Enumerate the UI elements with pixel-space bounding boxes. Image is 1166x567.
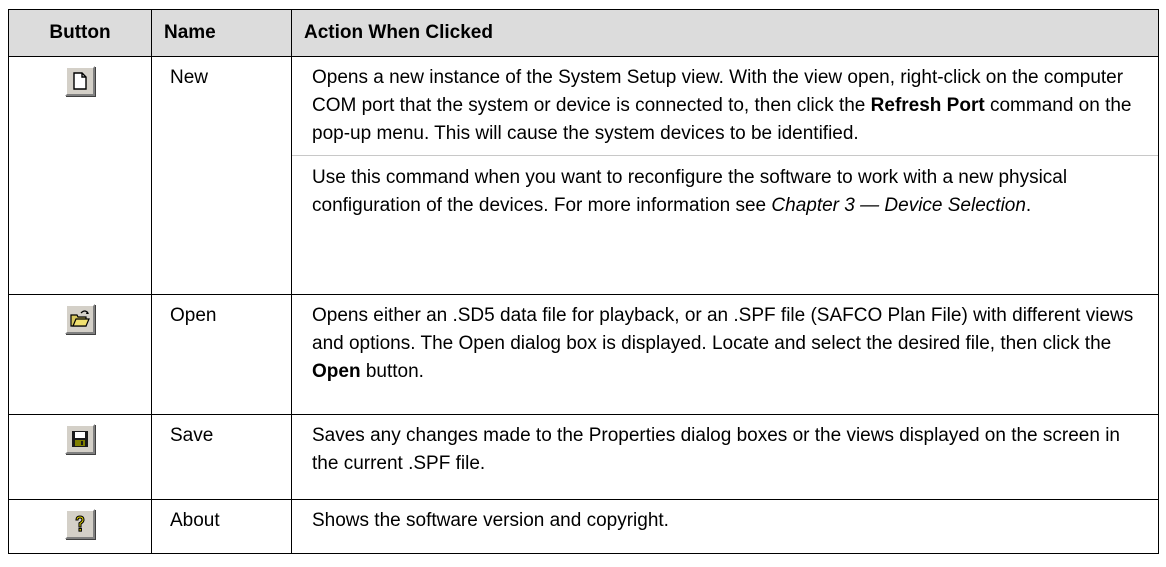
toolbar-buttons-table: Button Name Action When Clicked New Open… (8, 9, 1159, 554)
action-text: Refresh Port (870, 95, 985, 116)
new-document-icon (65, 66, 95, 96)
about-question-icon (65, 509, 95, 539)
row-name: About (151, 499, 292, 554)
row-name: Open (151, 294, 292, 415)
action-paragraph: Shows the software version and copyright… (312, 507, 1146, 535)
row-action: Opens a new instance of the System Setup… (291, 56, 1159, 295)
row-action: Opens either an .SD5 data file for playb… (291, 294, 1159, 415)
header-row: Button Name Action When Clicked (8, 9, 1159, 57)
action-paragraph: Opens either an .SD5 data file for playb… (312, 302, 1146, 386)
table-row: Open Opens either an .SD5 data file for … (8, 294, 1159, 415)
action-text: Open (312, 361, 361, 382)
header-name: Name (151, 9, 292, 57)
row-action: Saves any changes made to the Properties… (291, 414, 1159, 500)
header-button: Button (8, 9, 152, 57)
row-name: Save (151, 414, 292, 500)
action-text: Chapter 3 — Device Selection (771, 195, 1026, 216)
action-text: Opens either an .SD5 data file for playb… (312, 305, 1134, 354)
action-paragraph: Opens a new instance of the System Setup… (312, 64, 1146, 148)
action-text: Saves any changes made to the Properties… (312, 425, 1120, 474)
action-text: . (1025, 195, 1032, 216)
row-action: Shows the software version and copyright… (291, 499, 1159, 554)
action-paragraph: Use this command when you want to reconf… (292, 155, 1158, 220)
row-name: New (151, 56, 292, 295)
table-row: New Opens a new instance of the System S… (8, 56, 1159, 295)
open-folder-icon (65, 304, 95, 334)
table-row: About Shows the software version and cop… (8, 499, 1159, 554)
action-text: button. (360, 361, 424, 382)
table-row: Save Saves any changes made to the Prope… (8, 414, 1159, 500)
save-disk-icon (65, 424, 95, 454)
action-paragraph: Saves any changes made to the Properties… (312, 422, 1146, 478)
header-action: Action When Clicked (291, 9, 1159, 57)
action-text: Shows the software version and copyright… (312, 510, 669, 531)
